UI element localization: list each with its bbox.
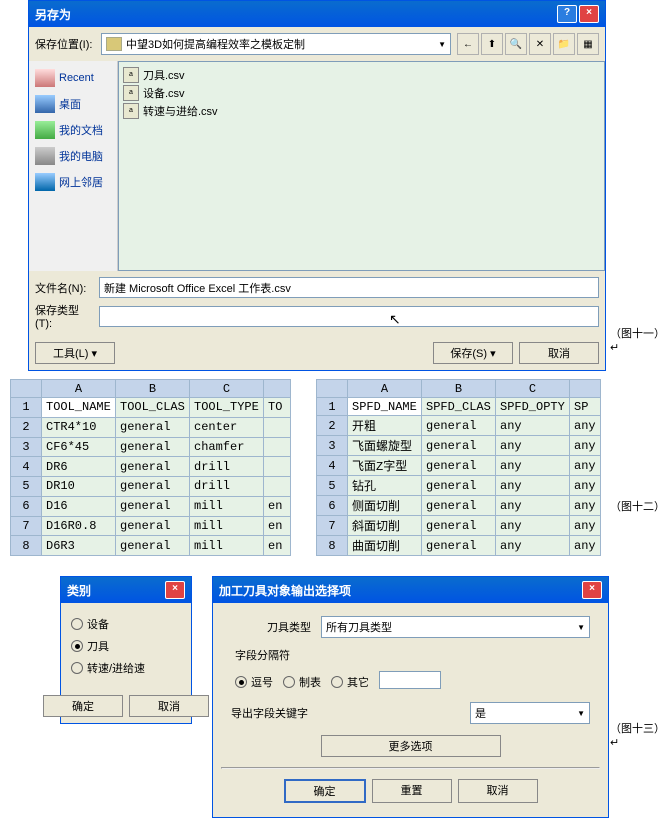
- place-docs[interactable]: 我的文档: [33, 117, 113, 143]
- file-item[interactable]: a转速与进给.csv: [123, 102, 600, 120]
- close-button[interactable]: ×: [579, 5, 599, 23]
- cancel-button[interactable]: 取消: [519, 342, 599, 364]
- radio-icon: [235, 676, 247, 688]
- caption-13: （图十三）↵: [610, 720, 672, 749]
- cancel-button[interactable]: 取消: [129, 695, 209, 717]
- ok-button[interactable]: 确定: [284, 779, 366, 803]
- close-button[interactable]: ×: [165, 581, 185, 599]
- save-as-dialog: 另存为 ? × 保存位置(I): 中望3D如何提高编程效率之模板定制 ▼ ← ⬆…: [28, 0, 606, 371]
- desktop-icon: [35, 95, 55, 113]
- dialog-title: 类别: [67, 582, 91, 599]
- filename-input[interactable]: 新建 Microsoft Office Excel 工作表.csv: [99, 277, 599, 298]
- radio-icon: [71, 662, 83, 674]
- spreadsheet-spfd[interactable]: ABC 1SPFD_NAMESPFD_CLASSPFD_OPTYSP2开粗gen…: [316, 379, 601, 556]
- places-bar: Recent 桌面 我的文档 我的电脑 网上邻居: [29, 61, 118, 271]
- table-row[interactable]: 4DR6generaldrill: [11, 457, 291, 477]
- file-item[interactable]: a设备.csv: [123, 84, 600, 102]
- table-row[interactable]: 7斜面切削generalanyany: [317, 516, 601, 536]
- table-row[interactable]: 1SPFD_NAMESPFD_CLASSPFD_OPTYSP: [317, 398, 601, 416]
- search-icon[interactable]: 🔍: [505, 33, 527, 55]
- window-title: 另存为: [35, 6, 71, 23]
- table-row[interactable]: 6侧面切削generalanyany: [317, 496, 601, 516]
- table-row[interactable]: 2CTR4*10generalcenter: [11, 417, 291, 437]
- more-options-button[interactable]: 更多选项: [321, 735, 501, 757]
- folder-icon: [106, 37, 122, 51]
- radio-icon: [71, 618, 83, 630]
- table-row[interactable]: 5钻孔generalanyany: [317, 476, 601, 496]
- table-row[interactable]: 6D16generalmillen: [11, 496, 291, 516]
- reset-button[interactable]: 重置: [372, 779, 452, 803]
- csv-icon: a: [123, 85, 139, 101]
- up-icon[interactable]: ⬆: [481, 33, 503, 55]
- ok-button[interactable]: 确定: [43, 695, 123, 717]
- keyword-combo[interactable]: 是: [470, 702, 590, 724]
- radio-icon: [71, 640, 83, 652]
- radio-tool[interactable]: 刀具: [71, 635, 181, 657]
- csv-icon: a: [123, 103, 139, 119]
- delete-icon[interactable]: ✕: [529, 33, 551, 55]
- recent-icon: [35, 69, 55, 87]
- table-row[interactable]: 1TOOL_NAMETOOL_CLASTOOL_TYPETO: [11, 398, 291, 418]
- tools-button[interactable]: 工具(L) ▾: [35, 342, 115, 364]
- cancel-button[interactable]: 取消: [458, 779, 538, 803]
- savetype-combo[interactable]: CSV (逗号分隔)(*.csv): [99, 306, 599, 327]
- back-icon[interactable]: ←: [457, 33, 479, 55]
- table-row[interactable]: 8曲面切削generalanyany: [317, 536, 601, 556]
- spreadsheet-tool[interactable]: ABC 1TOOL_NAMETOOL_CLASTOOL_TYPETO2CTR4*…: [10, 379, 291, 556]
- sep-other[interactable]: 其它: [331, 671, 369, 693]
- caption-11: （图十一）↵: [610, 325, 672, 354]
- save-in-label: 保存位置(I):: [35, 36, 95, 52]
- close-button[interactable]: ×: [582, 581, 602, 599]
- place-network[interactable]: 网上邻居: [33, 169, 113, 195]
- table-row[interactable]: 7D16R0.8generalmillen: [11, 516, 291, 536]
- place-computer[interactable]: 我的电脑: [33, 143, 113, 169]
- tool-type-combo[interactable]: 所有刀具类型: [321, 616, 590, 638]
- table-row[interactable]: 4飞面Z字型generalanyany: [317, 456, 601, 476]
- tool-type-label: 刀具类型: [231, 619, 311, 635]
- place-recent[interactable]: Recent: [33, 65, 113, 91]
- table-row[interactable]: 2开粗generalanyany: [317, 416, 601, 436]
- views-icon[interactable]: ▦: [577, 33, 599, 55]
- csv-icon: a: [123, 67, 139, 83]
- filename-label: 文件名(N):: [35, 280, 95, 296]
- sep-tab[interactable]: 制表: [283, 671, 321, 693]
- network-icon: [35, 173, 55, 191]
- keyword-label: 导出字段关键字: [231, 705, 308, 721]
- save-button[interactable]: 保存(S) ▾: [433, 342, 513, 364]
- sep-comma[interactable]: 逗号: [235, 671, 273, 693]
- radio-icon: [331, 676, 343, 688]
- dialog-title: 加工刀具对象输出选择项: [219, 582, 351, 599]
- radio-speed[interactable]: 转速/进给速: [71, 657, 181, 679]
- radio-icon: [283, 676, 295, 688]
- file-item[interactable]: a刀具.csv: [123, 66, 600, 84]
- file-list[interactable]: a刀具.csv a设备.csv a转速与进给.csv: [118, 61, 605, 271]
- savetype-label: 保存类型(T):: [35, 302, 95, 330]
- titlebar[interactable]: 另存为 ? ×: [29, 1, 605, 27]
- documents-icon: [35, 121, 55, 139]
- table-row[interactable]: 5DR10generaldrill: [11, 477, 291, 497]
- computer-icon: [35, 147, 55, 165]
- sep-other-input[interactable]: [379, 671, 441, 689]
- caption-12: （图十二）: [610, 498, 665, 514]
- table-row[interactable]: 3CF6*45generalchamfer: [11, 437, 291, 457]
- help-button[interactable]: ?: [557, 5, 577, 23]
- table-row[interactable]: 8D6R3generalmillen: [11, 536, 291, 556]
- radio-device[interactable]: 设备: [71, 613, 181, 635]
- type-dialog: 类别 × 设备 刀具 转速/进给速 确定 取消: [60, 576, 192, 724]
- place-desktop[interactable]: 桌面: [33, 91, 113, 117]
- separator-label: 字段分隔符: [221, 643, 600, 667]
- export-options-dialog: 加工刀具对象输出选择项 × 刀具类型 所有刀具类型 字段分隔符 逗号 制表 其它…: [212, 576, 609, 818]
- newfolder-icon[interactable]: 📁: [553, 33, 575, 55]
- save-in-combo[interactable]: 中望3D如何提高编程效率之模板定制 ▼: [101, 33, 451, 55]
- table-row[interactable]: 3飞面螺旋型generalanyany: [317, 436, 601, 456]
